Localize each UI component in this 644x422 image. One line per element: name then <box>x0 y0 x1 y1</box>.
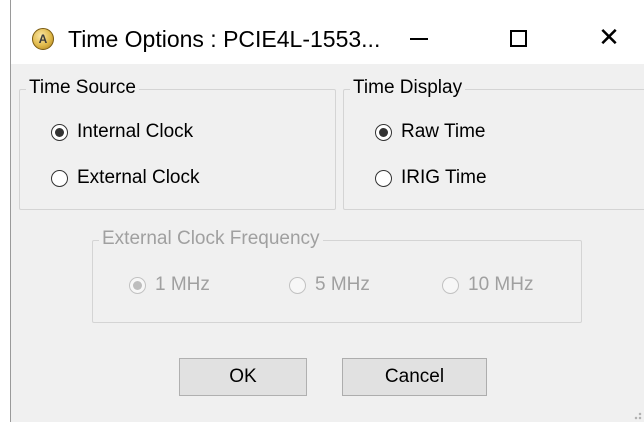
radio-unchecked-icon <box>51 169 68 187</box>
freq-1mhz-label: 1 MHz <box>155 274 210 295</box>
internal-clock-label: Internal Clock <box>77 121 194 142</box>
internal-clock-radio[interactable]: Internal Clock <box>51 121 193 143</box>
external-clock-label: External Clock <box>77 167 200 188</box>
radio-unchecked-icon <box>442 276 459 294</box>
time-options-dialog: A Time Options : PCIE4L-1553... ✕ Time S… <box>10 0 644 422</box>
time-source-group: Time Source Internal Clock External Cloc… <box>19 77 336 210</box>
radio-checked-icon <box>375 123 392 141</box>
time-source-legend: Time Source <box>26 77 139 99</box>
close-button[interactable]: ✕ <box>579 18 639 58</box>
maximize-icon <box>509 29 527 47</box>
cancel-button[interactable]: Cancel <box>342 358 487 396</box>
radio-checked-icon <box>51 123 68 141</box>
maximize-button[interactable] <box>488 18 548 58</box>
radio-unchecked-icon <box>289 276 306 294</box>
close-icon: ✕ <box>598 23 620 53</box>
ok-button[interactable]: OK <box>179 358 307 396</box>
freq-5mhz-label: 5 MHz <box>315 274 370 295</box>
freq-10mhz-label: 10 MHz <box>468 274 534 295</box>
raw-time-radio[interactable]: Raw Time <box>375 121 485 143</box>
irig-time-label: IRIG Time <box>401 167 487 188</box>
radio-checked-icon <box>129 276 146 294</box>
time-display-group: Time Display Raw Time IRIG Time <box>343 77 644 210</box>
freq-10mhz-radio[interactable]: 10 MHz <box>442 274 533 296</box>
external-clock-radio[interactable]: External Clock <box>51 167 200 189</box>
app-logo-icon: A <box>32 28 54 50</box>
title-bar[interactable]: A Time Options : PCIE4L-1553... ✕ <box>11 0 644 64</box>
freq-5mhz-radio[interactable]: 5 MHz <box>289 274 370 296</box>
resize-grip-icon[interactable] <box>630 408 642 420</box>
external-clock-frequency-group: External Clock Frequency 1 MHz 5 MHz 10 … <box>92 228 582 323</box>
raw-time-label: Raw Time <box>401 121 486 142</box>
minimize-icon <box>410 38 428 40</box>
radio-unchecked-icon <box>375 169 392 187</box>
freq-1mhz-radio[interactable]: 1 MHz <box>129 274 210 296</box>
irig-time-radio[interactable]: IRIG Time <box>375 167 487 189</box>
external-clock-frequency-legend: External Clock Frequency <box>99 228 323 250</box>
time-display-legend: Time Display <box>350 77 466 99</box>
window-title: Time Options : PCIE4L-1553... <box>68 26 381 52</box>
minimize-button[interactable] <box>389 18 449 58</box>
